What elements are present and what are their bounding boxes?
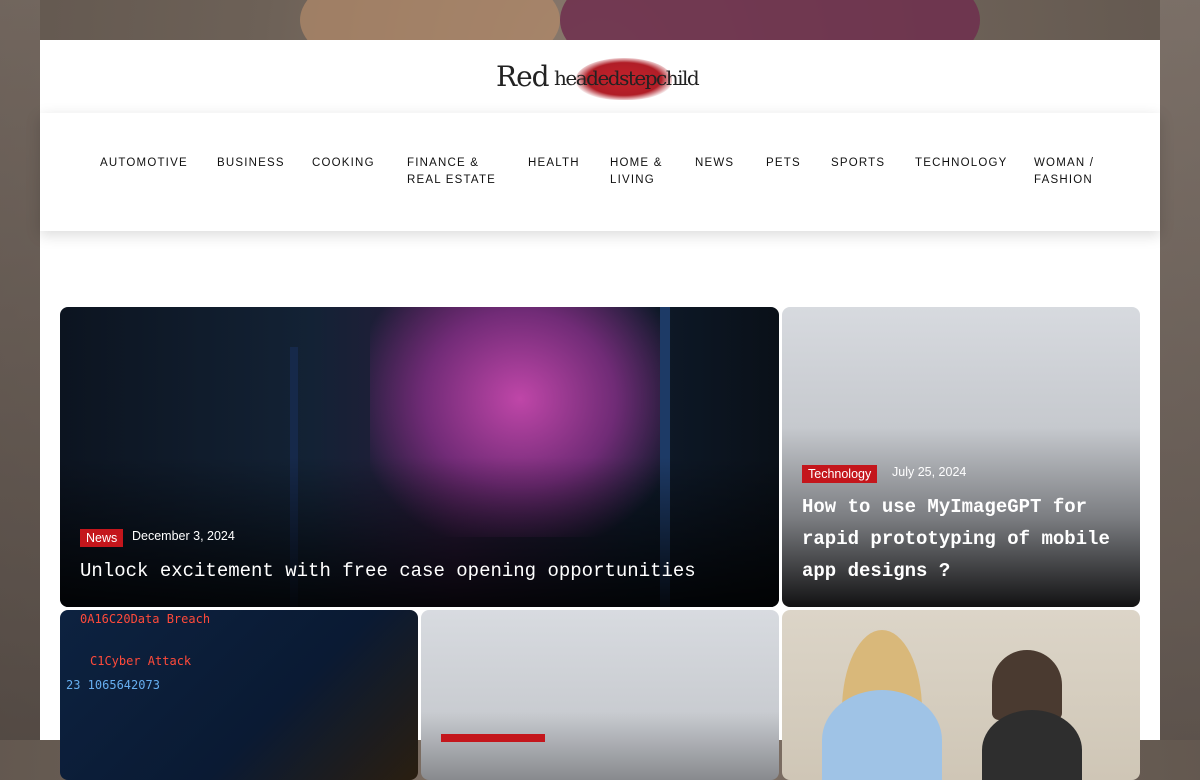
post-title[interactable]: Unlock excitement with free case opening… xyxy=(80,555,740,587)
featured-post-card[interactable]: News December 3, 2024 Unlock excitement … xyxy=(60,307,779,607)
nav-item-health[interactable]: HEALTH xyxy=(528,155,580,172)
nav-item-business[interactable]: BUSINESS xyxy=(217,155,285,172)
post-title[interactable]: How to use MyImageGPT for rapid prototyp… xyxy=(802,491,1122,587)
nav-item-technology[interactable]: TECHNOLOGY xyxy=(915,155,1008,172)
featured-post-card[interactable]: Technology July 25, 2024 How to use MyIm… xyxy=(782,307,1140,607)
thumbnail-text: 23 1065642073 xyxy=(66,678,160,692)
background-edge xyxy=(0,0,40,740)
nav-item-cooking[interactable]: COOKING xyxy=(312,155,375,172)
post-date: July 25, 2024 xyxy=(892,465,967,479)
nav-item-news[interactable]: NEWS xyxy=(695,155,734,172)
category-badge[interactable] xyxy=(441,734,545,742)
nav-item-home-living[interactable]: HOME & LIVING xyxy=(610,155,663,189)
post-date: December 3, 2024 xyxy=(132,529,235,543)
logo-word-red: Red xyxy=(496,60,550,93)
category-badge[interactable]: News xyxy=(80,529,124,547)
post-card-thumbnail[interactable] xyxy=(421,610,779,780)
thumbnail-text: C1Cyber Attack xyxy=(90,654,192,668)
post-card-thumbnail[interactable] xyxy=(782,610,1140,780)
post-card-thumbnail[interactable]: 0A16C20Data Breach C1Cyber Attack 23 106… xyxy=(60,610,418,780)
person-image xyxy=(822,690,942,780)
logo-word-rest: headedstepchild xyxy=(554,66,700,90)
nav-item-pets[interactable]: PETS xyxy=(766,155,801,172)
main-navigation: AUTOMOTIVE BUSINESS COOKING FINANCE & RE… xyxy=(40,113,1160,231)
header: Red headedstepchild xyxy=(40,40,1160,112)
background-edge xyxy=(1160,0,1200,740)
nav-item-finance-real-estate[interactable]: FINANCE & REAL ESTATE xyxy=(407,155,496,189)
category-badge[interactable]: Technology xyxy=(802,465,878,483)
page-container: Red headedstepchild AUTOMOTIVE BUSINESS … xyxy=(40,40,1160,780)
thumbnail-text: 0A16C20Data Breach xyxy=(80,612,211,626)
nav-item-sports[interactable]: SPORTS xyxy=(831,155,885,172)
site-logo[interactable]: Red headedstepchild xyxy=(496,56,716,106)
nav-item-automotive[interactable]: AUTOMOTIVE xyxy=(100,155,188,172)
nav-item-woman-fashion[interactable]: WOMAN / FASHION xyxy=(1034,155,1094,189)
person-image xyxy=(982,710,1082,780)
